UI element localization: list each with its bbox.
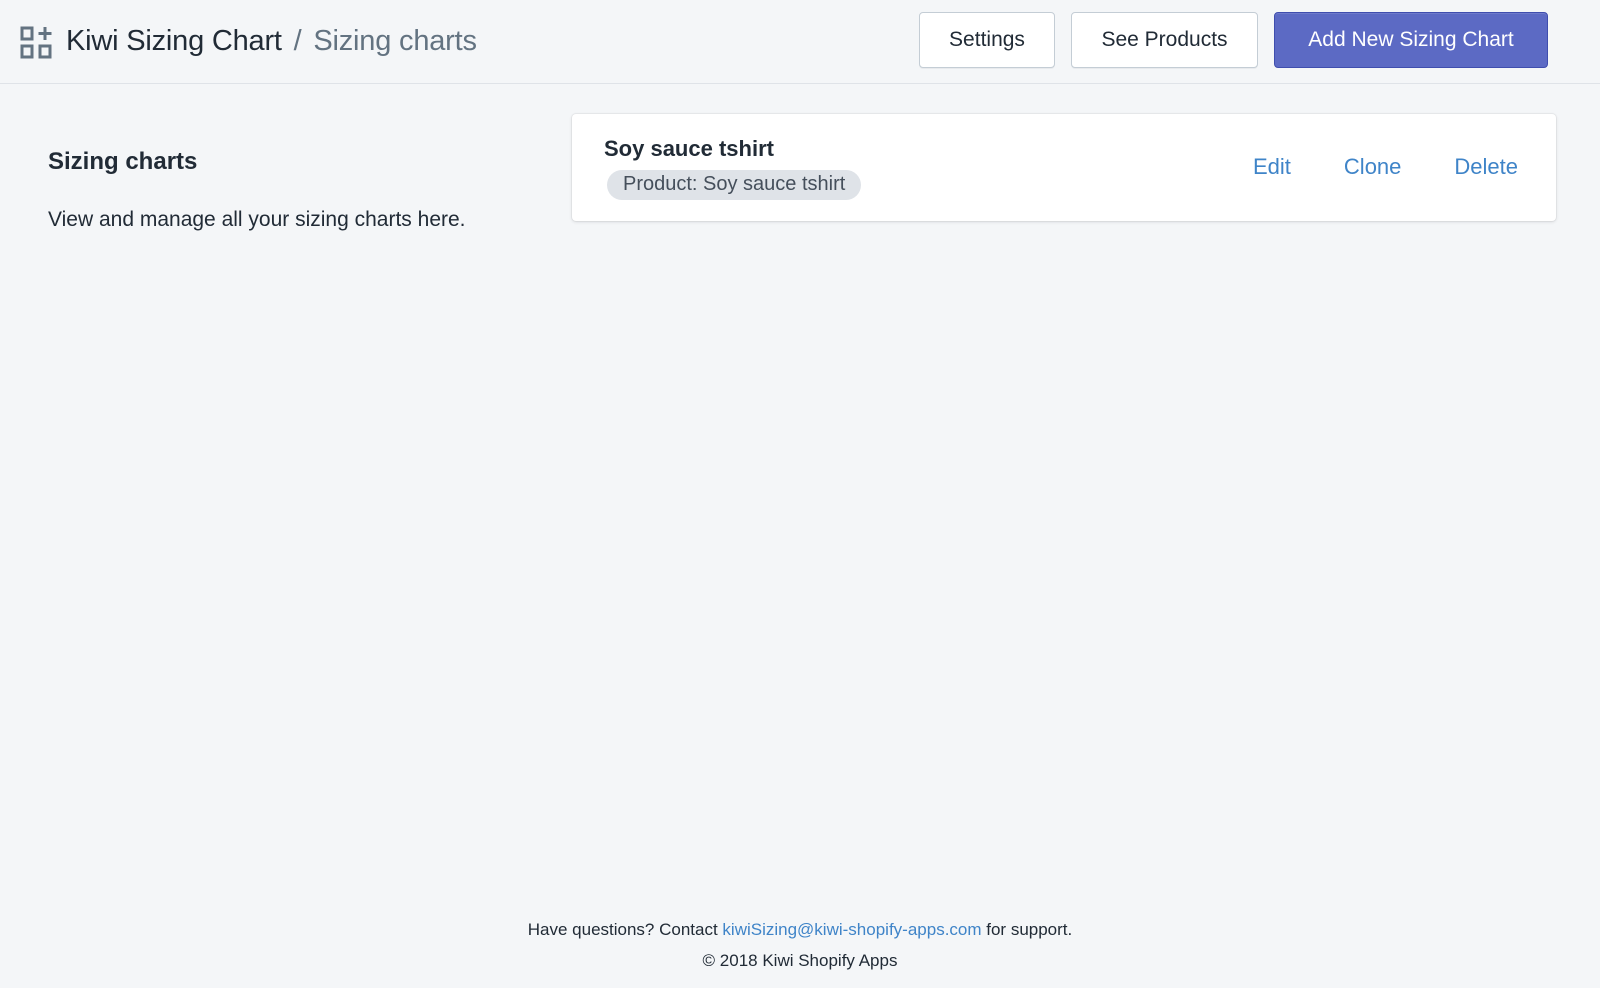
product-badge: Product: Soy sauce tshirt xyxy=(607,170,862,200)
header-actions: Settings See Products Add New Sizing Cha… xyxy=(919,12,1548,68)
support-email-link[interactable]: kiwiSizing@kiwi-shopify-apps.com xyxy=(722,920,981,939)
section-annotation: Sizing charts View and manage all your s… xyxy=(48,148,528,233)
section-description: View and manage all your sizing charts h… xyxy=(48,208,466,231)
footer: Have questions? Contact kiwiSizing@kiwi-… xyxy=(0,920,1600,971)
add-new-sizing-chart-button[interactable]: Add New Sizing Chart xyxy=(1274,12,1548,68)
support-line: Have questions? Contact kiwiSizing@kiwi-… xyxy=(0,920,1600,940)
support-prefix: Have questions? Contact xyxy=(527,920,723,939)
see-products-button[interactable]: See Products xyxy=(1071,12,1258,68)
edit-link[interactable]: Edit xyxy=(1253,154,1291,180)
settings-button[interactable]: Settings xyxy=(919,12,1055,68)
section-title: Sizing charts xyxy=(48,148,198,175)
top-bar: Kiwi Sizing Chart / Sizing charts Settin… xyxy=(0,0,1600,84)
breadcrumb-separator: / xyxy=(293,25,302,57)
delete-link[interactable]: Delete xyxy=(1454,154,1518,180)
support-suffix: for support. xyxy=(981,920,1073,939)
clone-link[interactable]: Clone xyxy=(1344,154,1401,180)
page-title: Sizing charts xyxy=(313,25,477,57)
app-title[interactable]: Kiwi Sizing Chart xyxy=(66,25,282,57)
apps-add-icon xyxy=(20,25,52,59)
breadcrumb: Kiwi Sizing Chart / Sizing charts xyxy=(66,25,477,58)
chart-actions: Edit Clone Delete xyxy=(1253,154,1518,180)
sizing-chart-card: Soy sauce tshirt Product: Soy sauce tshi… xyxy=(572,114,1556,221)
copyright: © 2018 Kiwi Shopify Apps xyxy=(702,951,898,970)
